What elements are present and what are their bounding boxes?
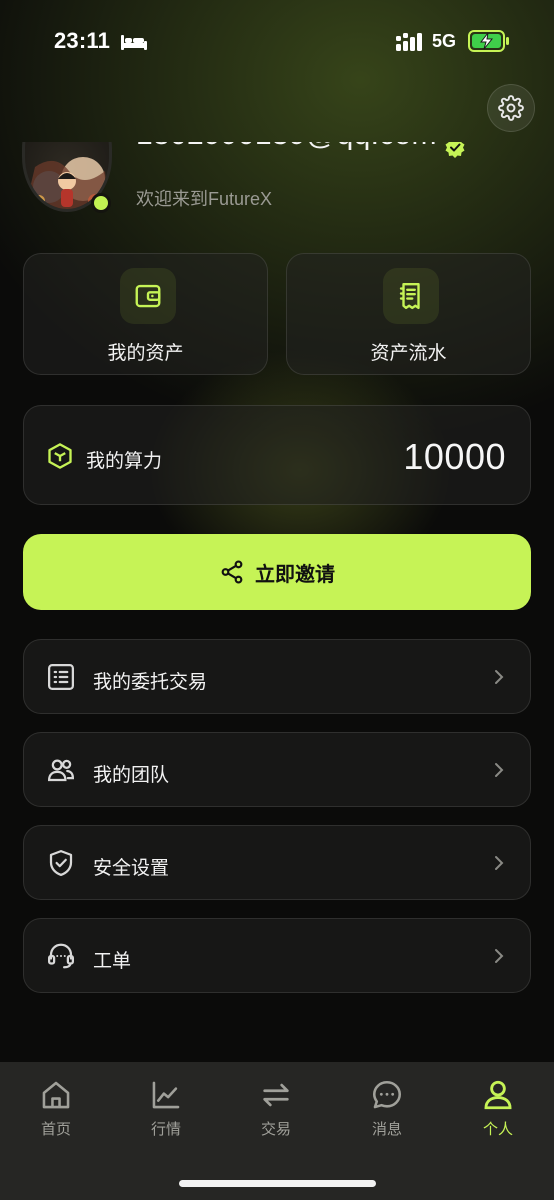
asset-flow-card[interactable]: 资产流水 (286, 253, 531, 375)
tab-profile-label: 个人 (482, 1121, 513, 1138)
menu-item-security[interactable]: 安全设置 (23, 825, 531, 900)
wallet-icon-box (120, 268, 176, 324)
message-icon (372, 1080, 402, 1109)
email-clip: 1802990139@qq.com (0, 142, 554, 182)
computing-power-value: 10000 (403, 436, 506, 477)
headset-icon (48, 943, 74, 969)
asset-flow-label: 资产流水 (370, 343, 447, 364)
tab-profile[interactable]: 个人 (443, 1078, 553, 1150)
welcome-text: 欢迎来到FutureX (136, 189, 273, 209)
chevron-right-icon (495, 856, 504, 870)
my-assets-label: 我的资产 (107, 343, 184, 364)
hexagon-cube-icon (48, 443, 72, 469)
tab-trade[interactable]: 交易 (221, 1078, 331, 1150)
home-indicator[interactable] (179, 1180, 376, 1187)
gear-icon (498, 95, 524, 121)
exchange-icon (263, 1083, 289, 1107)
receipt-icon-box (383, 268, 439, 324)
menu-label-ticket: 工单 (93, 951, 132, 972)
menu-item-ticket[interactable]: 工单 (23, 918, 531, 993)
invite-button[interactable]: 立即邀请 (23, 534, 531, 610)
menu-item-my-orders[interactable]: 我的委托交易 (23, 639, 531, 714)
menu-item-my-team[interactable]: 我的团队 (23, 732, 531, 807)
computing-power-label: 我的算力 (86, 451, 163, 472)
list-icon (48, 664, 74, 690)
user-email: 1802990139@qq.com (136, 142, 437, 152)
my-assets-card[interactable]: 我的资产 (23, 253, 268, 375)
verified-icon (445, 142, 465, 158)
tab-market[interactable]: 行情 (111, 1078, 221, 1150)
home-icon (42, 1081, 70, 1109)
status-bar: 23:11 5G (0, 0, 554, 86)
online-status-dot (91, 193, 111, 213)
battery-charging-icon (468, 30, 509, 52)
status-time: 23:11 (54, 28, 111, 53)
profile-screen: 23:11 5G 欢迎来到FutureX 我的资产 资产流水 我的算力 1000… (0, 0, 554, 1200)
tab-messages-label: 消息 (371, 1121, 402, 1138)
menu-label-my-orders: 我的委托交易 (93, 672, 208, 693)
chevron-right-icon (495, 763, 504, 777)
user-icon (484, 1080, 512, 1110)
network-label: 5G (432, 31, 457, 51)
users-icon (47, 759, 75, 782)
tab-market-label: 行情 (150, 1121, 181, 1138)
chart-icon (152, 1081, 180, 1109)
computing-power-card[interactable]: 我的算力 10000 (23, 405, 531, 505)
menu-label-my-team: 我的团队 (93, 765, 170, 786)
shield-check-icon (49, 850, 73, 876)
share-icon (221, 560, 243, 584)
bed-icon (121, 35, 147, 50)
tab-home[interactable]: 首页 (1, 1078, 111, 1150)
wallet-icon (135, 284, 161, 308)
chevron-right-icon (495, 670, 504, 684)
receipt-icon (399, 282, 420, 310)
tab-trade-label: 交易 (260, 1121, 291, 1138)
menu-label-security: 安全设置 (93, 858, 170, 879)
signal-icon (396, 33, 422, 51)
tab-messages[interactable]: 消息 (332, 1078, 442, 1150)
chevron-right-icon (495, 949, 504, 963)
settings-button[interactable] (487, 84, 535, 132)
tab-home-label: 首页 (40, 1121, 71, 1138)
invite-label: 立即邀请 (255, 563, 335, 586)
